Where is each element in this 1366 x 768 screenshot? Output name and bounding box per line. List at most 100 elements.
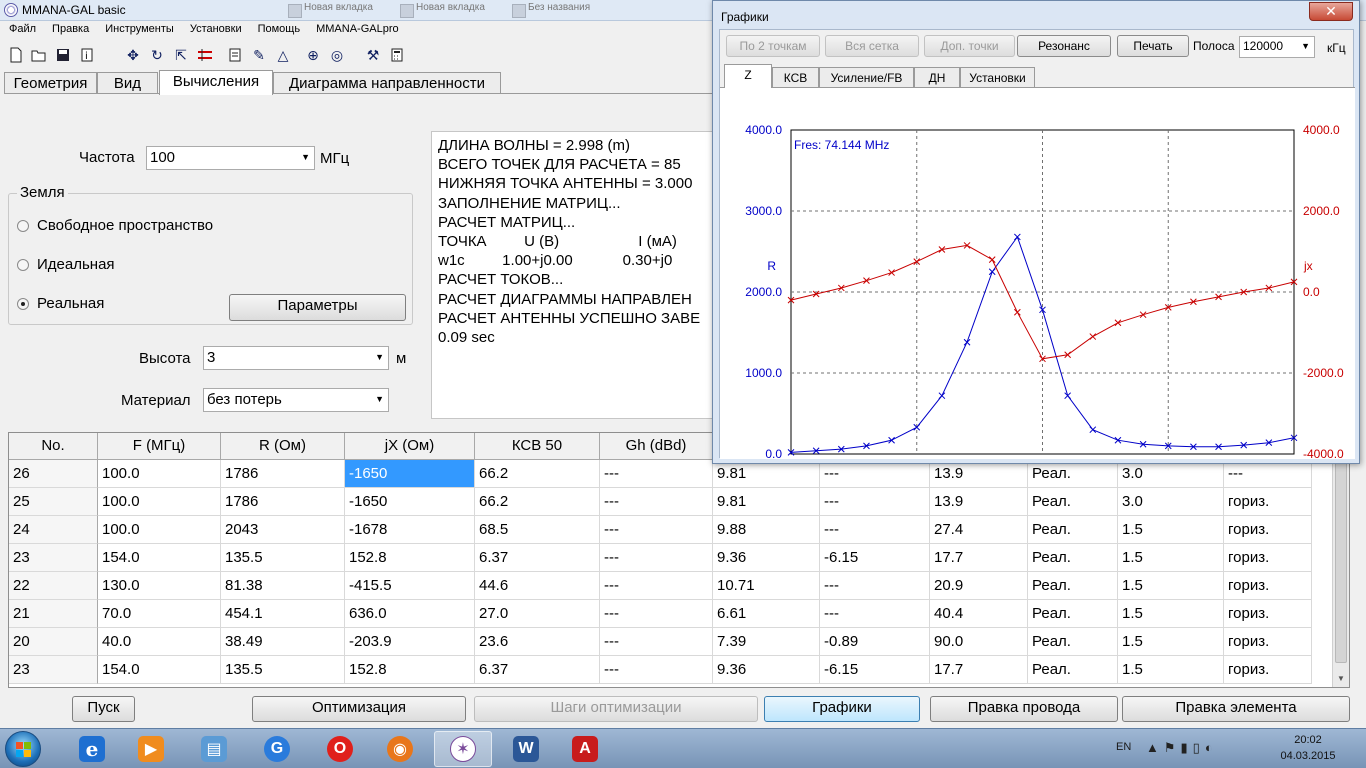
tab-calculations[interactable]: Вычисления [159, 70, 273, 95]
table-cell[interactable]: -415.5 [345, 572, 475, 600]
table-cell[interactable]: 1.5 [1118, 628, 1224, 656]
table-cell[interactable]: --- [820, 488, 930, 516]
table-cell[interactable]: 100.0 [98, 488, 221, 516]
table-cell[interactable]: Реал. [1028, 460, 1118, 488]
table-cell[interactable]: 66.2 [475, 460, 600, 488]
table-cell[interactable]: Реал. [1028, 628, 1118, 656]
table-cell[interactable]: 1.5 [1118, 572, 1224, 600]
table-cell[interactable]: Реал. [1028, 516, 1118, 544]
table-row-number[interactable]: 21 [9, 600, 98, 628]
table-cell[interactable]: 13.9 [930, 488, 1028, 516]
table-cell[interactable]: 135.5 [221, 656, 345, 684]
document-icon[interactable] [225, 45, 245, 65]
radio-ideal[interactable]: Идеальная [17, 256, 115, 273]
column-header[interactable]: Gh (dBd) [600, 433, 713, 460]
tab-radiation-pattern[interactable]: Диаграмма направленности [273, 72, 501, 94]
taskbar-internet-explorer[interactable]: e [63, 731, 121, 767]
table-cell[interactable]: --- [600, 572, 713, 600]
scroll-down-icon[interactable]: ▼ [1333, 671, 1349, 687]
table-cell[interactable]: 454.1 [221, 600, 345, 628]
tab-gain-fb[interactable]: Усиление/FB [819, 67, 914, 87]
start-button[interactable] [5, 731, 41, 767]
table-cell[interactable]: 66.2 [475, 488, 600, 516]
info-icon[interactable]: i [77, 45, 97, 65]
table-scrollbar[interactable]: ▲ ▼ [1332, 433, 1349, 687]
table-cell[interactable]: 636.0 [345, 600, 475, 628]
table-row-number[interactable]: 23 [9, 544, 98, 572]
table-cell[interactable]: --- [600, 628, 713, 656]
table-cell[interactable]: 44.6 [475, 572, 600, 600]
table-cell[interactable]: 1.5 [1118, 600, 1224, 628]
table-cell[interactable]: 81.38 [221, 572, 345, 600]
optimization-button[interactable]: Оптимизация [252, 696, 466, 722]
triangle-icon[interactable]: △ [273, 45, 293, 65]
table-cell[interactable]: 38.49 [221, 628, 345, 656]
table-row-number[interactable]: 25 [9, 488, 98, 516]
table-cell[interactable]: 100.0 [98, 516, 221, 544]
menu-help[interactable]: Помощь [249, 21, 308, 40]
parameters-button[interactable]: Параметры [229, 294, 406, 321]
table-cell[interactable]: -203.9 [345, 628, 475, 656]
taskbar-opera[interactable]: O [311, 731, 369, 767]
table-cell[interactable]: 9.81 [713, 488, 820, 516]
save-icon[interactable] [53, 45, 73, 65]
full-grid-button[interactable]: Вся сетка [825, 35, 919, 57]
menu-settings[interactable]: Установки [181, 21, 249, 40]
crosshair-icon[interactable]: ⊕ [303, 45, 323, 65]
table-cell[interactable]: Реал. [1028, 488, 1118, 516]
table-row-number[interactable]: 23 [9, 656, 98, 684]
language-indicator[interactable]: EN [1116, 741, 1131, 753]
table-cell[interactable]: 68.5 [475, 516, 600, 544]
taskbar-chrome[interactable]: G [248, 731, 306, 767]
rotate-icon[interactable]: ↻ [147, 45, 167, 65]
table-cell[interactable]: 2043 [221, 516, 345, 544]
taskbar-mmana-gal[interactable]: ✶ [434, 731, 492, 767]
menu-edit[interactable]: Правка [43, 21, 96, 40]
stretch-icon[interactable]: ⇱ [171, 45, 191, 65]
table-cell[interactable]: 23.6 [475, 628, 600, 656]
taskbar-media-player[interactable]: ▶ [122, 731, 180, 767]
table-cell[interactable]: 27.0 [475, 600, 600, 628]
menu-mmana-pro[interactable]: MMANA-GALpro [307, 21, 406, 40]
table-cell[interactable]: 1786 [221, 460, 345, 488]
tab-impedance[interactable]: Z [724, 64, 772, 88]
table-cell[interactable]: --- [600, 656, 713, 684]
tab-chart-settings[interactable]: Установки [960, 67, 1035, 87]
table-cell[interactable]: --- [820, 572, 930, 600]
target-icon[interactable]: ◎ [327, 45, 347, 65]
table-cell[interactable]: 7.39 [713, 628, 820, 656]
table-cell[interactable]: 90.0 [930, 628, 1028, 656]
table-cell[interactable]: 3.0 [1118, 488, 1224, 516]
table-cell[interactable]: гориз. [1224, 628, 1312, 656]
new-file-icon[interactable] [6, 45, 26, 65]
tab-pattern[interactable]: ДН [914, 67, 960, 87]
table-cell[interactable]: --- [820, 516, 930, 544]
table-cell[interactable]: 27.4 [930, 516, 1028, 544]
table-cell[interactable]: --- [600, 460, 713, 488]
tab-geometry[interactable]: Геометрия [4, 72, 97, 94]
table-cell[interactable]: --- [600, 544, 713, 572]
tray-icons[interactable]: ▲⚑▮▯◐ [1146, 740, 1218, 756]
table-cell[interactable]: Реал. [1028, 544, 1118, 572]
resonance-button[interactable]: Резонанс [1017, 35, 1111, 57]
run-button[interactable]: Пуск [72, 696, 135, 722]
table-cell[interactable]: 9.36 [713, 544, 820, 572]
column-header[interactable]: R (Ом) [221, 433, 345, 460]
table-cell[interactable]: 3.0 [1118, 460, 1224, 488]
table-cell[interactable]: 100.0 [98, 460, 221, 488]
table-cell[interactable]: 152.8 [345, 544, 475, 572]
table-row-number[interactable]: 24 [9, 516, 98, 544]
table-cell[interactable]: --- [820, 600, 930, 628]
table-cell[interactable]: 1.5 [1118, 516, 1224, 544]
table-cell[interactable]: Реал. [1028, 600, 1118, 628]
table-cell[interactable]: -1650 [345, 460, 475, 488]
table-cell[interactable]: 154.0 [98, 544, 221, 572]
edit-wire-button[interactable]: Правка провода [930, 696, 1118, 722]
frequency-combo[interactable]: 100 ▼ [146, 146, 315, 170]
column-header[interactable]: No. [9, 433, 98, 460]
table-cell[interactable]: -6.15 [820, 544, 930, 572]
table-cell[interactable]: -1678 [345, 516, 475, 544]
move-cursor-icon[interactable]: ✥ [123, 45, 143, 65]
table-cell[interactable]: 9.36 [713, 656, 820, 684]
table-cell[interactable]: 6.61 [713, 600, 820, 628]
